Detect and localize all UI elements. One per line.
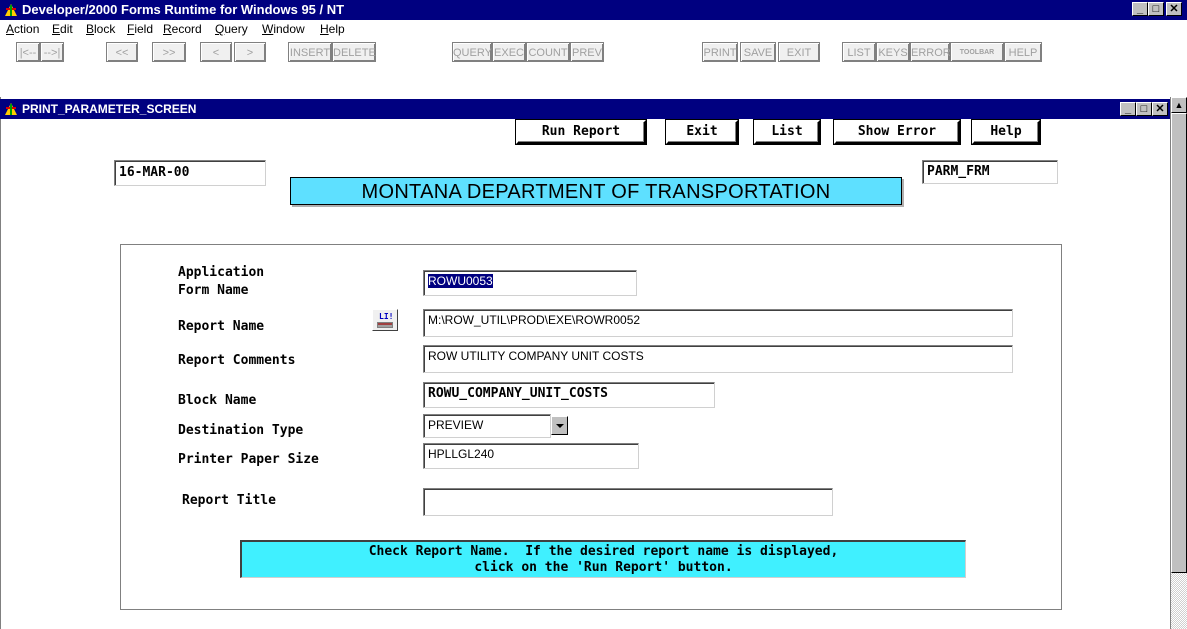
report-title-label: Report Title xyxy=(182,493,276,508)
destination-type-select[interactable]: PREVIEW xyxy=(423,414,551,438)
report-name-label: Report Name xyxy=(178,319,265,334)
app-title-bar: Developer/2000 Forms Runtime for Windows… xyxy=(0,0,1187,20)
report-title-field[interactable] xyxy=(423,488,833,516)
form-close-icon[interactable]: ✕ xyxy=(1152,102,1168,116)
help-button[interactable]: Help xyxy=(972,120,1040,144)
query-button[interactable]: QUERY xyxy=(452,42,492,62)
lov-glyph-icon: LI! xyxy=(377,312,393,328)
form-icon xyxy=(5,103,17,115)
vertical-scrollbar[interactable]: ▲ xyxy=(1170,97,1187,629)
form-title: PRINT_PARAMETER_SCREEN xyxy=(22,102,197,116)
report-comments-field[interactable]: ROW UTILITY COMPANY UNIT COSTS xyxy=(423,345,1013,373)
app-form-name-field[interactable]: ROWU0053 xyxy=(423,270,637,296)
prev-button[interactable]: PREV xyxy=(570,42,604,62)
help-toolbar-button[interactable]: HELP xyxy=(1004,42,1042,62)
date-field[interactable]: 16-MAR-00 xyxy=(114,160,266,186)
form-maximize-icon[interactable]: □ xyxy=(1136,102,1152,116)
next-record-button[interactable]: > xyxy=(234,42,266,62)
menu-record[interactable]: Record xyxy=(163,22,202,36)
prev-block-button[interactable]: << xyxy=(106,42,138,62)
app-icon xyxy=(5,4,17,16)
app-form-name-label-1: Application xyxy=(178,265,265,280)
form-title-bar: PRINT_PARAMETER_SCREEN _ □ ✕ xyxy=(0,99,1170,119)
list-of-values-icon[interactable]: LI! xyxy=(372,309,398,331)
menu-window[interactable]: Window xyxy=(262,22,305,36)
toolbar-toggle-button[interactable]: TOOLBAR xyxy=(950,42,1004,62)
keys-button[interactable]: KEYS xyxy=(876,42,910,62)
scroll-thumb[interactable] xyxy=(1171,113,1187,573)
insert-button[interactable]: INSERT xyxy=(288,42,332,62)
scroll-up-icon[interactable]: ▲ xyxy=(1171,97,1187,113)
menu-help[interactable]: Help xyxy=(320,22,345,36)
destination-type-label: Destination Type xyxy=(178,423,304,438)
exec-button[interactable]: EXEC xyxy=(492,42,526,62)
toolbar: |<-- -->| << >> < > INSERT DELETE QUERY … xyxy=(0,39,1187,65)
printer-paper-size-label: Printer Paper Size xyxy=(178,452,319,467)
exit-button[interactable]: Exit xyxy=(666,120,738,144)
report-comments-label: Report Comments xyxy=(178,353,296,368)
menu-field[interactable]: Field xyxy=(127,22,153,36)
message-line-2: click on the 'Run Report' button. xyxy=(474,560,733,575)
menu-bar: Action Edit Block Field Record Query Win… xyxy=(0,20,1187,39)
show-error-button[interactable]: Show Error xyxy=(834,120,960,144)
count-button[interactable]: COUNT xyxy=(526,42,570,62)
menu-block[interactable]: Block xyxy=(86,22,115,36)
agency-banner: MONTANA DEPARTMENT OF TRANSPORTATION xyxy=(290,177,902,205)
printer-paper-size-field[interactable]: HPLLGL240 xyxy=(423,443,639,469)
minimize-icon[interactable]: _ xyxy=(1132,2,1148,16)
app-form-name-value: ROWU0053 xyxy=(428,274,493,288)
first-record-button[interactable]: |<-- xyxy=(16,42,40,62)
print-button[interactable]: PRINT xyxy=(702,42,738,62)
app-form-name-label-2: Form Name xyxy=(178,283,249,298)
save-button[interactable]: SAVE xyxy=(740,42,776,62)
chevron-down-icon[interactable] xyxy=(551,416,568,435)
block-name-field[interactable]: ROWU_COMPANY_UNIT_COSTS xyxy=(423,382,715,408)
list-button[interactable]: List xyxy=(754,120,820,144)
app-title: Developer/2000 Forms Runtime for Windows… xyxy=(22,2,345,17)
report-name-field[interactable]: M:\ROW_UTIL\PROD\EXE\ROWR0052 xyxy=(423,309,1013,337)
run-report-button[interactable]: Run Report xyxy=(516,120,646,144)
menu-action[interactable]: Action xyxy=(6,22,39,36)
exit-toolbar-button[interactable]: EXIT xyxy=(778,42,820,62)
instruction-message: Check Report Name. If the desired report… xyxy=(240,540,966,578)
message-line-1: Check Report Name. If the desired report… xyxy=(368,544,839,559)
error-button[interactable]: ERROR xyxy=(910,42,951,62)
prev-record-button[interactable]: < xyxy=(200,42,232,62)
menu-edit[interactable]: Edit xyxy=(52,22,73,36)
form-minimize-icon[interactable]: _ xyxy=(1120,102,1136,116)
block-name-label: Block Name xyxy=(178,393,257,408)
restore-icon[interactable]: □ xyxy=(1148,2,1164,16)
next-block-button[interactable]: >> xyxy=(152,42,186,62)
close-icon[interactable]: ✕ xyxy=(1166,2,1182,16)
list-toolbar-button[interactable]: LIST xyxy=(842,42,876,62)
lov-icon-text: LI! xyxy=(379,312,393,321)
menu-query[interactable]: Query xyxy=(215,22,248,36)
delete-button[interactable]: DELETE xyxy=(332,42,376,62)
last-record-button[interactable]: -->| xyxy=(40,42,64,62)
form-id-field[interactable]: PARM_FRM xyxy=(922,160,1058,184)
